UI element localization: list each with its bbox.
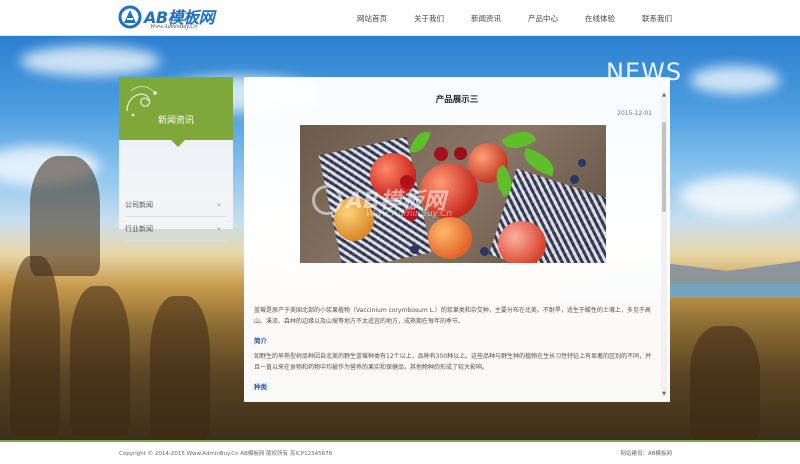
- site-logo[interactable]: AB模板网 Www.AdminBuy.Cn: [118, 3, 238, 33]
- nav-item-experience[interactable]: 在线体验: [585, 13, 615, 24]
- blueberry-shape: [410, 245, 419, 254]
- article-subheading: 简介: [254, 337, 267, 345]
- sidebar-item-label: 公司新闻: [125, 201, 153, 209]
- nav-item-home[interactable]: 网站首页: [357, 13, 387, 24]
- cloud-shape: [680, 176, 800, 216]
- watermark-logo-icon: [312, 185, 342, 215]
- site-footer: Copyright © 2014-2015 Www.AdminBuy.Cn AB…: [0, 440, 800, 464]
- blueberry-shape: [570, 175, 579, 184]
- cherry-shape: [434, 147, 448, 161]
- article-paragraph: 如野生的早熟型树品种因自北美的野生蓝莓种类有12个以上，品种有350种以上。这些…: [254, 353, 652, 371]
- apple-shape: [498, 221, 546, 263]
- cloud-shape: [690, 66, 780, 94]
- article-paragraph: 蓝莓是原产于美国北部的小浆果植物（Vaccinium corymbosum L.…: [254, 307, 651, 325]
- sidebar-item-company-news[interactable]: 公司新闻 »: [125, 193, 227, 217]
- sidebar-item-label: 行业新闻: [125, 225, 153, 233]
- watermark-url: Www.AdminBuy.Cn: [366, 209, 453, 219]
- sidebar: 新闻资讯 公司新闻 » 行业新闻 »: [119, 77, 233, 241]
- chevron-right-icon: »: [216, 201, 221, 209]
- article-scrollbar[interactable]: ▲ ▼: [661, 92, 667, 397]
- article-image: AB模板网 Www.AdminBuy.Cn: [300, 125, 606, 263]
- image-watermark: AB模板网 Www.AdminBuy.Cn: [308, 183, 528, 227]
- cloud-shape: [20, 46, 160, 76]
- sidebar-header: 新闻资讯: [119, 77, 233, 140]
- nav-item-contact[interactable]: 联系我们: [642, 13, 672, 24]
- sidebar-item-industry-news[interactable]: 行业新闻 »: [125, 217, 227, 241]
- sidebar-header-pointer: [171, 140, 185, 147]
- site-header: AB模板网 Www.AdminBuy.Cn 网站首页 关于我们 新闻资讯 产品中…: [0, 0, 800, 36]
- article-date: 2015-12-01: [617, 110, 652, 117]
- nav-item-about[interactable]: 关于我们: [414, 13, 444, 24]
- scroll-up-icon[interactable]: ▲: [661, 92, 667, 98]
- plant-shape: [70, 286, 130, 436]
- cherry-shape: [454, 147, 467, 160]
- plant-shape: [150, 296, 210, 440]
- blueberry-shape: [578, 159, 586, 167]
- article-panel: 产品展示三 2015-12-01 AB模板网 Www.AdminBuy.Cn 蓝…: [244, 77, 670, 402]
- logo-tagline: Www.AdminBuy.Cn: [150, 24, 198, 30]
- plant-shape: [690, 326, 760, 440]
- scrollbar-thumb[interactable]: [662, 122, 666, 212]
- sidebar-title: 新闻资讯: [157, 116, 194, 126]
- logo-mark-icon: [118, 5, 142, 29]
- footer-copyright: Copyright © 2014-2015 Www.AdminBuy.Cn AB…: [119, 451, 333, 457]
- nav-item-products[interactable]: 产品中心: [528, 13, 558, 24]
- plant-shape: [10, 256, 60, 436]
- footer-links[interactable]: 网站建设：AB模板网: [620, 449, 672, 457]
- main-nav: 网站首页 关于我们 新闻资讯 产品中心 在线体验 联系我们: [330, 0, 672, 36]
- scroll-down-icon[interactable]: ▼: [661, 391, 667, 397]
- sidebar-list: 公司新闻 » 行业新闻 »: [119, 167, 233, 241]
- blueberry-shape: [480, 247, 489, 256]
- leaf-shape: [409, 128, 431, 156]
- article-title: 产品展示三: [435, 95, 479, 105]
- article-subheading: 种类: [254, 383, 267, 391]
- nav-item-news[interactable]: 新闻资讯: [471, 13, 501, 24]
- chevron-right-icon: »: [216, 225, 221, 233]
